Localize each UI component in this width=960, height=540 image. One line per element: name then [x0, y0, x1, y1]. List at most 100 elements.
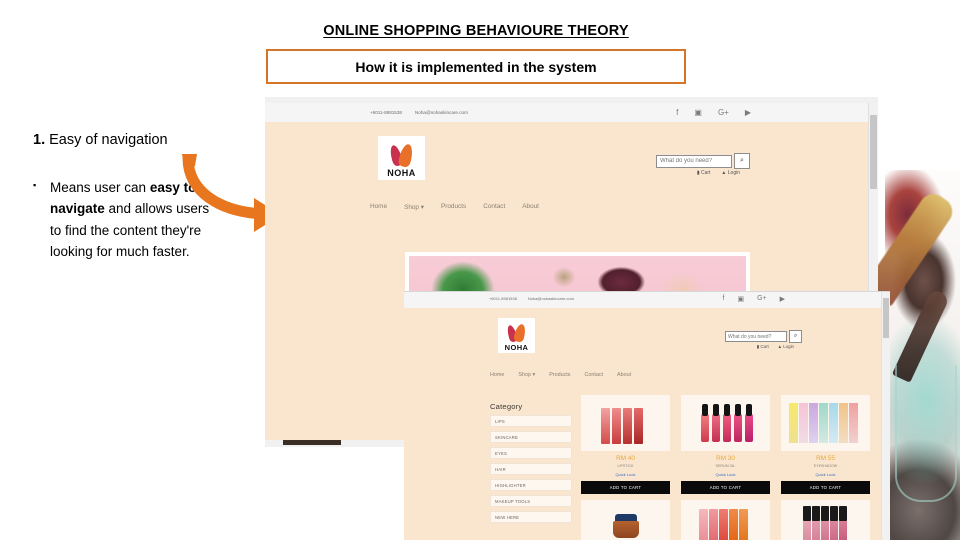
email-text: Noha@nohaskincare.com [414, 110, 468, 115]
googleplus-icon-2[interactable]: G+ [757, 295, 767, 303]
search-icon[interactable]: ⌕ [734, 153, 750, 169]
nav-item-contact[interactable]: Contact [483, 203, 505, 211]
site-search-2[interactable]: ⌕ [725, 330, 802, 343]
leaf-logo-icon [387, 142, 417, 169]
product-image-lipstick [581, 395, 670, 451]
product-image-eyeshadow [781, 395, 870, 451]
googleplus-icon[interactable]: G+ [718, 108, 729, 117]
bullet-text-part1: Means user can [50, 180, 150, 195]
category-item-highlighter[interactable]: HIGHLIGHTER [490, 479, 572, 491]
product-grid-row2 [581, 500, 871, 540]
topbar-contact: +6011-8981538 Noha@nohaskincare.com [370, 110, 468, 115]
product-card[interactable]: RM 30 SERUM OIL Quick Look ADD TO CART [681, 395, 770, 494]
cart-link[interactable]: ▮ Cart [697, 170, 711, 176]
login-link-2[interactable]: ▲ Login [778, 344, 794, 350]
product-price: RM 30 [716, 455, 735, 462]
cart-label-2: Cart [760, 344, 769, 349]
nav-item-home-2[interactable]: Home [490, 372, 504, 378]
instagram-icon[interactable]: ▣ [694, 108, 702, 117]
brand-name: NOHA [387, 168, 416, 178]
search-input-2[interactable] [725, 331, 787, 342]
glass-jar-detail [895, 365, 957, 502]
product-image-serum [681, 395, 770, 451]
category-item-skincare[interactable]: SKINCARE [490, 431, 572, 443]
product-price: RM 55 [816, 455, 835, 462]
user-links-2[interactable]: ▮ Cart ▲ Login [757, 344, 794, 350]
search-input[interactable] [656, 154, 732, 168]
phone-text: +6011-8981538 [370, 110, 402, 115]
nav-item-products[interactable]: Products [441, 203, 466, 211]
nav-item-shop[interactable]: Shop ▾ [404, 203, 424, 211]
topbar-contact-2: +6011-8981538 Noha@nohaskincare.com [489, 296, 574, 301]
product-image-lipstick-set[interactable] [681, 500, 770, 540]
category-title: Category [490, 402, 523, 411]
list-heading-text: Easy of navigation [49, 132, 168, 148]
user-links[interactable]: ▮ Cart ▲ Login [697, 170, 740, 176]
slide-subtitle-box: How it is implemented in the system [266, 49, 686, 84]
browser-window-shop[interactable]: +6011-8981538 Noha@nohaskincare.com f ▣ … [404, 291, 890, 540]
phone-text-2: +6011-8981538 [489, 296, 517, 301]
category-sidebar[interactable]: Category LIPS SKINCARE EYES HAIR HIGHLIG… [490, 402, 572, 527]
category-item-eyes[interactable]: EYES [490, 447, 572, 459]
search-icon-2[interactable]: ⌕ [789, 330, 802, 343]
scrollbar-thumb[interactable] [870, 115, 877, 189]
nav-item-about-2[interactable]: About [617, 372, 631, 378]
slide-subtitle: How it is implemented in the system [355, 58, 597, 75]
facebook-icon-2[interactable]: f [722, 295, 724, 303]
scrollbar-thumb-h[interactable] [283, 440, 341, 445]
product-card[interactable]: RM 40 LIPSTICK Quick Look ADD TO CART [581, 395, 670, 494]
social-links-2[interactable]: f ▣ G+ ▶ [722, 295, 785, 303]
product-price: RM 40 [616, 455, 635, 462]
site-topbar: +6011-8981538 Noha@nohaskincare.com f ▣ … [265, 103, 878, 122]
cart-label: Cart [700, 170, 711, 176]
category-item-makeup-tools[interactable]: MAKEUP TOOLS [490, 495, 572, 507]
category-item-hair[interactable]: HAIR [490, 463, 572, 475]
category-item-new-here[interactable]: NEW HERE [490, 511, 572, 523]
leaf-logo-icon-2 [505, 322, 529, 343]
nav-item-shop-2[interactable]: Shop ▾ [518, 372, 535, 378]
site-logo[interactable]: NOHA [378, 136, 425, 180]
list-number: 1. [33, 132, 46, 148]
brand-name-2: NOHA [504, 342, 529, 352]
site-body-2: ‹ NOHA ⌕ ▮ Cart ▲ Login Home Shop ▾ Prod… [404, 308, 890, 540]
quick-look-link[interactable]: Quick Look [681, 472, 770, 477]
add-to-cart-button[interactable]: ADD TO CART [581, 481, 670, 494]
site-topbar-2: +6011-8981538 Noha@nohaskincare.com f ▣ … [404, 292, 890, 308]
site-search[interactable]: ⌕ [656, 153, 750, 169]
numbered-heading: 1. Easy of navigation [33, 132, 248, 148]
nav-item-products-2[interactable]: Products [549, 372, 570, 378]
nav-item-contact-2[interactable]: Contact [584, 372, 603, 378]
login-label: Login [727, 170, 740, 176]
email-text-2: Noha@nohaskincare.com [527, 296, 574, 301]
main-nav[interactable]: Home Shop ▾ Products Contact About [370, 203, 539, 211]
makeup-brushes-photo [885, 170, 960, 540]
add-to-cart-button[interactable]: ADD TO CART [781, 481, 870, 494]
site-logo-2[interactable]: NOHA [498, 318, 535, 353]
add-to-cart-button[interactable]: ADD TO CART [681, 481, 770, 494]
youtube-icon[interactable]: ▶ [745, 108, 751, 117]
login-link[interactable]: ▲ Login [721, 170, 740, 176]
product-name: EYESHADOW [813, 464, 838, 468]
quick-look-link[interactable]: Quick Look [781, 472, 870, 477]
product-name: SERUM OIL [715, 464, 736, 468]
presentation-slide: ONLINE SHOPPING BEHAVIOURE THEORY How it… [0, 0, 960, 540]
product-card[interactable]: RM 55 EYESHADOW Quick Look ADD TO CART [781, 395, 870, 494]
scrollbar-thumb-2[interactable] [883, 298, 889, 338]
facebook-icon[interactable]: f [676, 108, 678, 117]
product-image-jar[interactable] [581, 500, 670, 540]
nav-item-about[interactable]: About [522, 203, 539, 211]
social-links[interactable]: f ▣ G+ ▶ [676, 108, 751, 117]
slide-title: ONLINE SHOPPING BEHAVIOURE THEORY [323, 23, 629, 39]
bullet-square-icon: ▪ [33, 180, 37, 190]
vertical-scrollbar-2[interactable] [881, 292, 890, 540]
cart-link-2[interactable]: ▮ Cart [757, 344, 769, 350]
product-image-lipgloss-set[interactable] [781, 500, 870, 540]
product-name: LIPSTICK [617, 464, 634, 468]
nav-item-home[interactable]: Home [370, 203, 387, 211]
instagram-icon-2[interactable]: ▣ [737, 295, 744, 303]
login-label-2: Login [783, 344, 794, 349]
category-item-lips[interactable]: LIPS [490, 415, 572, 427]
youtube-icon-2[interactable]: ▶ [780, 295, 785, 303]
quick-look-link[interactable]: Quick Look [581, 472, 670, 477]
main-nav-2[interactable]: Home Shop ▾ Products Contact About [490, 372, 631, 378]
